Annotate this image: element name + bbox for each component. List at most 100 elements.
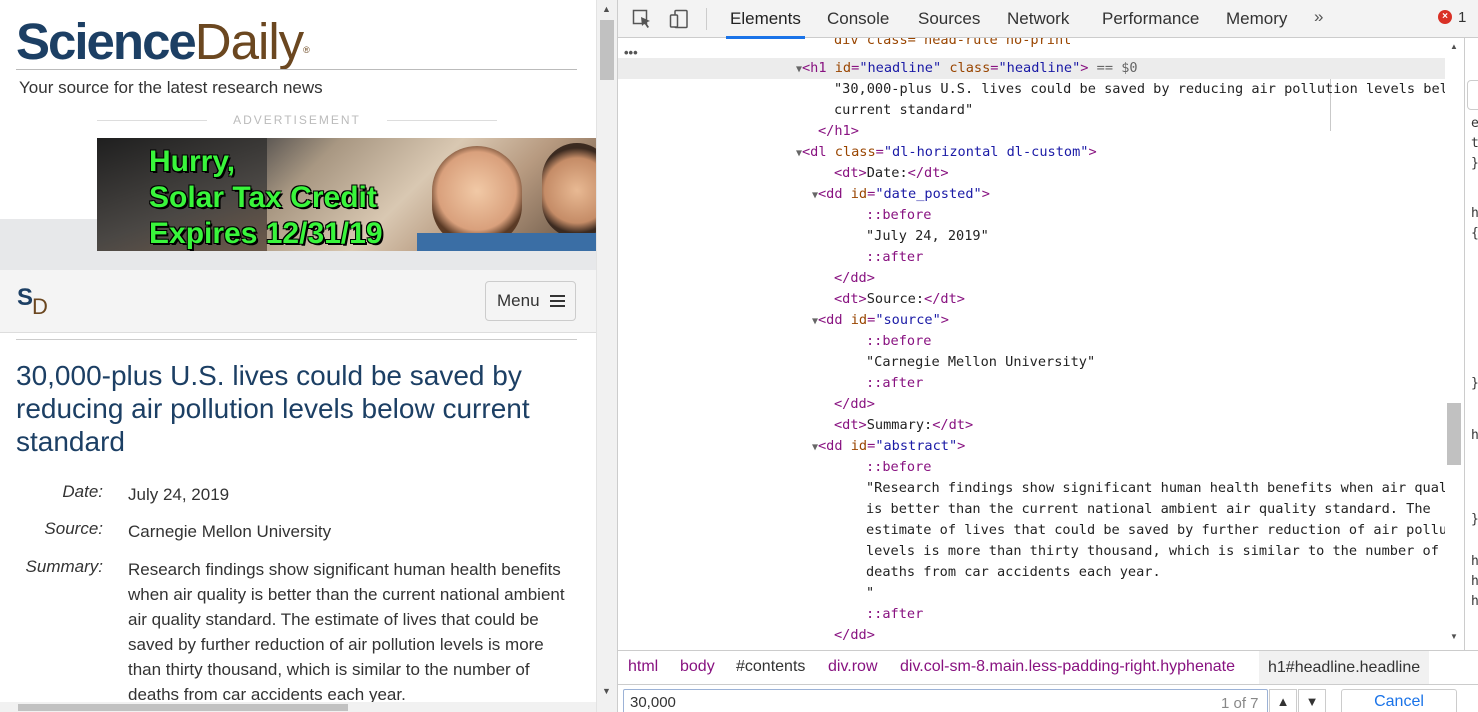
site-tagline: Your source for the latest research news <box>19 78 323 97</box>
dom-node[interactable]: "Carnegie Mellon University" <box>618 352 1448 373</box>
tab-network[interactable]: Network <box>1007 0 1069 38</box>
dom-node-text: estimate of lives that could be saved by… <box>866 522 1448 538</box>
error-count[interactable]: 1 <box>1458 9 1466 26</box>
tab-performance[interactable]: Performance <box>1102 0 1199 38</box>
indent-spacer: ▼ <box>618 184 818 206</box>
dom-node[interactable]: is better than the current national ambi… <box>618 499 1448 520</box>
dom-node[interactable]: ::after <box>618 247 1448 268</box>
crumb-div-row[interactable]: div.row <box>828 658 878 676</box>
dom-tree[interactable]: div class="head-rule no-print" ▼<h1 id="h… <box>618 38 1448 650</box>
more-actions-icon[interactable]: ••• <box>624 45 638 60</box>
dom-node[interactable]: ▼<dd id="date_posted"> <box>618 184 1448 205</box>
dom-node[interactable]: <dt>Date:</dt> <box>618 163 1448 184</box>
tab-sources[interactable]: Sources <box>918 0 980 38</box>
crumb-contents[interactable]: #contents <box>736 658 805 676</box>
dom-node[interactable]: ▼<dd id="source"> <box>618 310 1448 331</box>
dom-node[interactable]: "30,000-plus U.S. lives could be saved b… <box>618 79 1448 100</box>
dom-node[interactable]: " <box>618 583 1448 604</box>
search-next-icon[interactable]: ▼ <box>1298 689 1326 712</box>
dom-node-text: </h1> <box>818 123 859 139</box>
dom-node[interactable]: </dd> <box>618 625 1448 646</box>
crumb-h1-headline[interactable]: h1#headline.headline <box>1259 651 1430 684</box>
dom-node[interactable]: "Research findings show significant huma… <box>618 478 1448 499</box>
dom-node[interactable]: ::before <box>618 457 1448 478</box>
styles-filter-box[interactable] <box>1467 80 1478 110</box>
dom-scroll-thumb[interactable] <box>1447 403 1461 465</box>
scroll-up-arrow-icon[interactable]: ▲ <box>1450 42 1458 51</box>
dom-node[interactable]: levels is more than thirty thousand, whi… <box>618 541 1448 562</box>
dom-node-text: <dl class="dl-horizontal dl-custom"> <box>802 144 1097 160</box>
source-label: Source: <box>44 519 103 538</box>
search-cancel-button[interactable]: Cancel <box>1341 689 1457 712</box>
dom-node-text: <dt>Source:</dt> <box>834 291 965 307</box>
dom-node[interactable]: ::before <box>618 205 1448 226</box>
style-rule-fragment: } <box>1471 156 1478 171</box>
crumb-html[interactable]: html <box>628 658 658 676</box>
page-vscroll-thumb[interactable] <box>600 20 614 80</box>
logo-divider <box>16 69 577 70</box>
dom-node[interactable]: </dd> <box>618 268 1448 289</box>
dom-node[interactable]: "July 24, 2019" <box>618 226 1448 247</box>
dom-node[interactable]: <dt>Source:</dt> <box>618 289 1448 310</box>
dom-search-bar: 1 of 7 ▲ ▼ Cancel <box>618 684 1478 712</box>
indent-spacer: ▼ <box>618 58 802 80</box>
scroll-down-arrow-icon[interactable]: ▼ <box>1450 632 1458 641</box>
summary-value: Research findings show significant human… <box>128 560 565 704</box>
scroll-up-arrow-icon[interactable]: ▲ <box>602 4 611 14</box>
dom-node-text: " <box>866 585 875 601</box>
advertisement-label: ADVERTISEMENT <box>97 113 497 127</box>
indent-spacer: ▼ <box>618 310 818 332</box>
dom-node-text: ::before <box>866 207 932 223</box>
dom-node[interactable]: current standard" <box>618 100 1448 121</box>
dom-node-text: ::after <box>866 606 924 622</box>
dom-node[interactable]: ::after <box>618 604 1448 625</box>
device-toolbar-icon[interactable] <box>669 9 689 29</box>
dom-search-input[interactable] <box>623 689 1268 712</box>
page-hscroll-thumb[interactable] <box>18 704 348 711</box>
search-previous-icon[interactable]: ▲ <box>1269 689 1297 712</box>
inspect-element-icon[interactable] <box>632 9 652 29</box>
crumb-div-col[interactable]: div.col-sm-8.main.less-padding-right.hyp… <box>900 658 1235 676</box>
dom-tree-scrollbar[interactable]: ▲ ▼ <box>1445 38 1463 650</box>
style-rule-fragment: t <box>1471 136 1478 151</box>
dom-node-text: ::before <box>866 333 932 349</box>
dom-node[interactable]: </h1> <box>618 121 1448 142</box>
dom-node[interactable]: <dt>Summary:</dt> <box>618 415 1448 436</box>
tab-memory[interactable]: Memory <box>1226 0 1287 38</box>
sd-home-logo[interactable]: SD <box>17 284 49 319</box>
page-horizontal-scrollbar[interactable] <box>0 702 596 712</box>
dom-node-text: ::after <box>866 249 924 265</box>
sciencedaily-logo[interactable]: ScienceDaily® <box>16 14 310 70</box>
dom-node[interactable]: ::after <box>618 373 1448 394</box>
logo-science: Science <box>16 13 197 70</box>
dom-node-text: </dd> <box>834 627 875 643</box>
tab-console[interactable]: Console <box>827 0 889 38</box>
dom-node-text: "Carnegie Mellon University" <box>866 354 1096 370</box>
dom-breadcrumbs: html body #contents div.row div.col-sm-8… <box>618 650 1478 684</box>
dom-node[interactable]: div class="head-rule no-print" <box>618 38 1448 51</box>
dom-node[interactable]: ▼<dd id="abstract"> <box>618 436 1448 457</box>
dom-node-selected[interactable]: ▼<h1 id="headline" class="headline"> == … <box>618 58 1448 79</box>
more-tabs-icon[interactable]: » <box>1314 7 1323 27</box>
dom-node[interactable]: ::before <box>618 331 1448 352</box>
menu-button[interactable]: Menu <box>485 281 576 321</box>
tab-elements[interactable]: Elements <box>726 0 805 39</box>
dom-node[interactable]: ▼<dl class="dl-horizontal dl-custom"> <box>618 142 1448 163</box>
crumb-body[interactable]: body <box>680 658 715 676</box>
dom-node-text: <dd id="source"> <box>818 312 949 328</box>
site-navbar: SD Menu <box>0 270 596 333</box>
solar-ad-banner[interactable]: Hurry, Solar Tax Credit Expires 12/31/19 <box>97 138 596 251</box>
date-value: July 24, 2019 <box>128 485 230 504</box>
devtools-panel: Elements Console Sources Network Perform… <box>617 0 1478 712</box>
devtools-toolbar: Elements Console Sources Network Perform… <box>618 0 1478 39</box>
error-icon[interactable]: × <box>1438 10 1452 24</box>
dom-node[interactable]: deaths from car accidents each year. <box>618 562 1448 583</box>
styles-pane[interactable]: et}h{}h}hhh <box>1464 38 1478 650</box>
dom-node[interactable]: estimate of lives that could be saved by… <box>618 520 1448 541</box>
dom-node-text: <dd id="date_posted"> <box>818 186 990 202</box>
scroll-down-arrow-icon[interactable]: ▼ <box>602 686 611 696</box>
page-vertical-scrollbar[interactable]: ▲ ▼ <box>596 0 617 712</box>
dom-node-text: <dd id="abstract"> <box>818 438 966 454</box>
dom-node[interactable]: </dd> <box>618 394 1448 415</box>
dom-node-text: "30,000-plus U.S. lives could be saved b… <box>834 81 1448 97</box>
